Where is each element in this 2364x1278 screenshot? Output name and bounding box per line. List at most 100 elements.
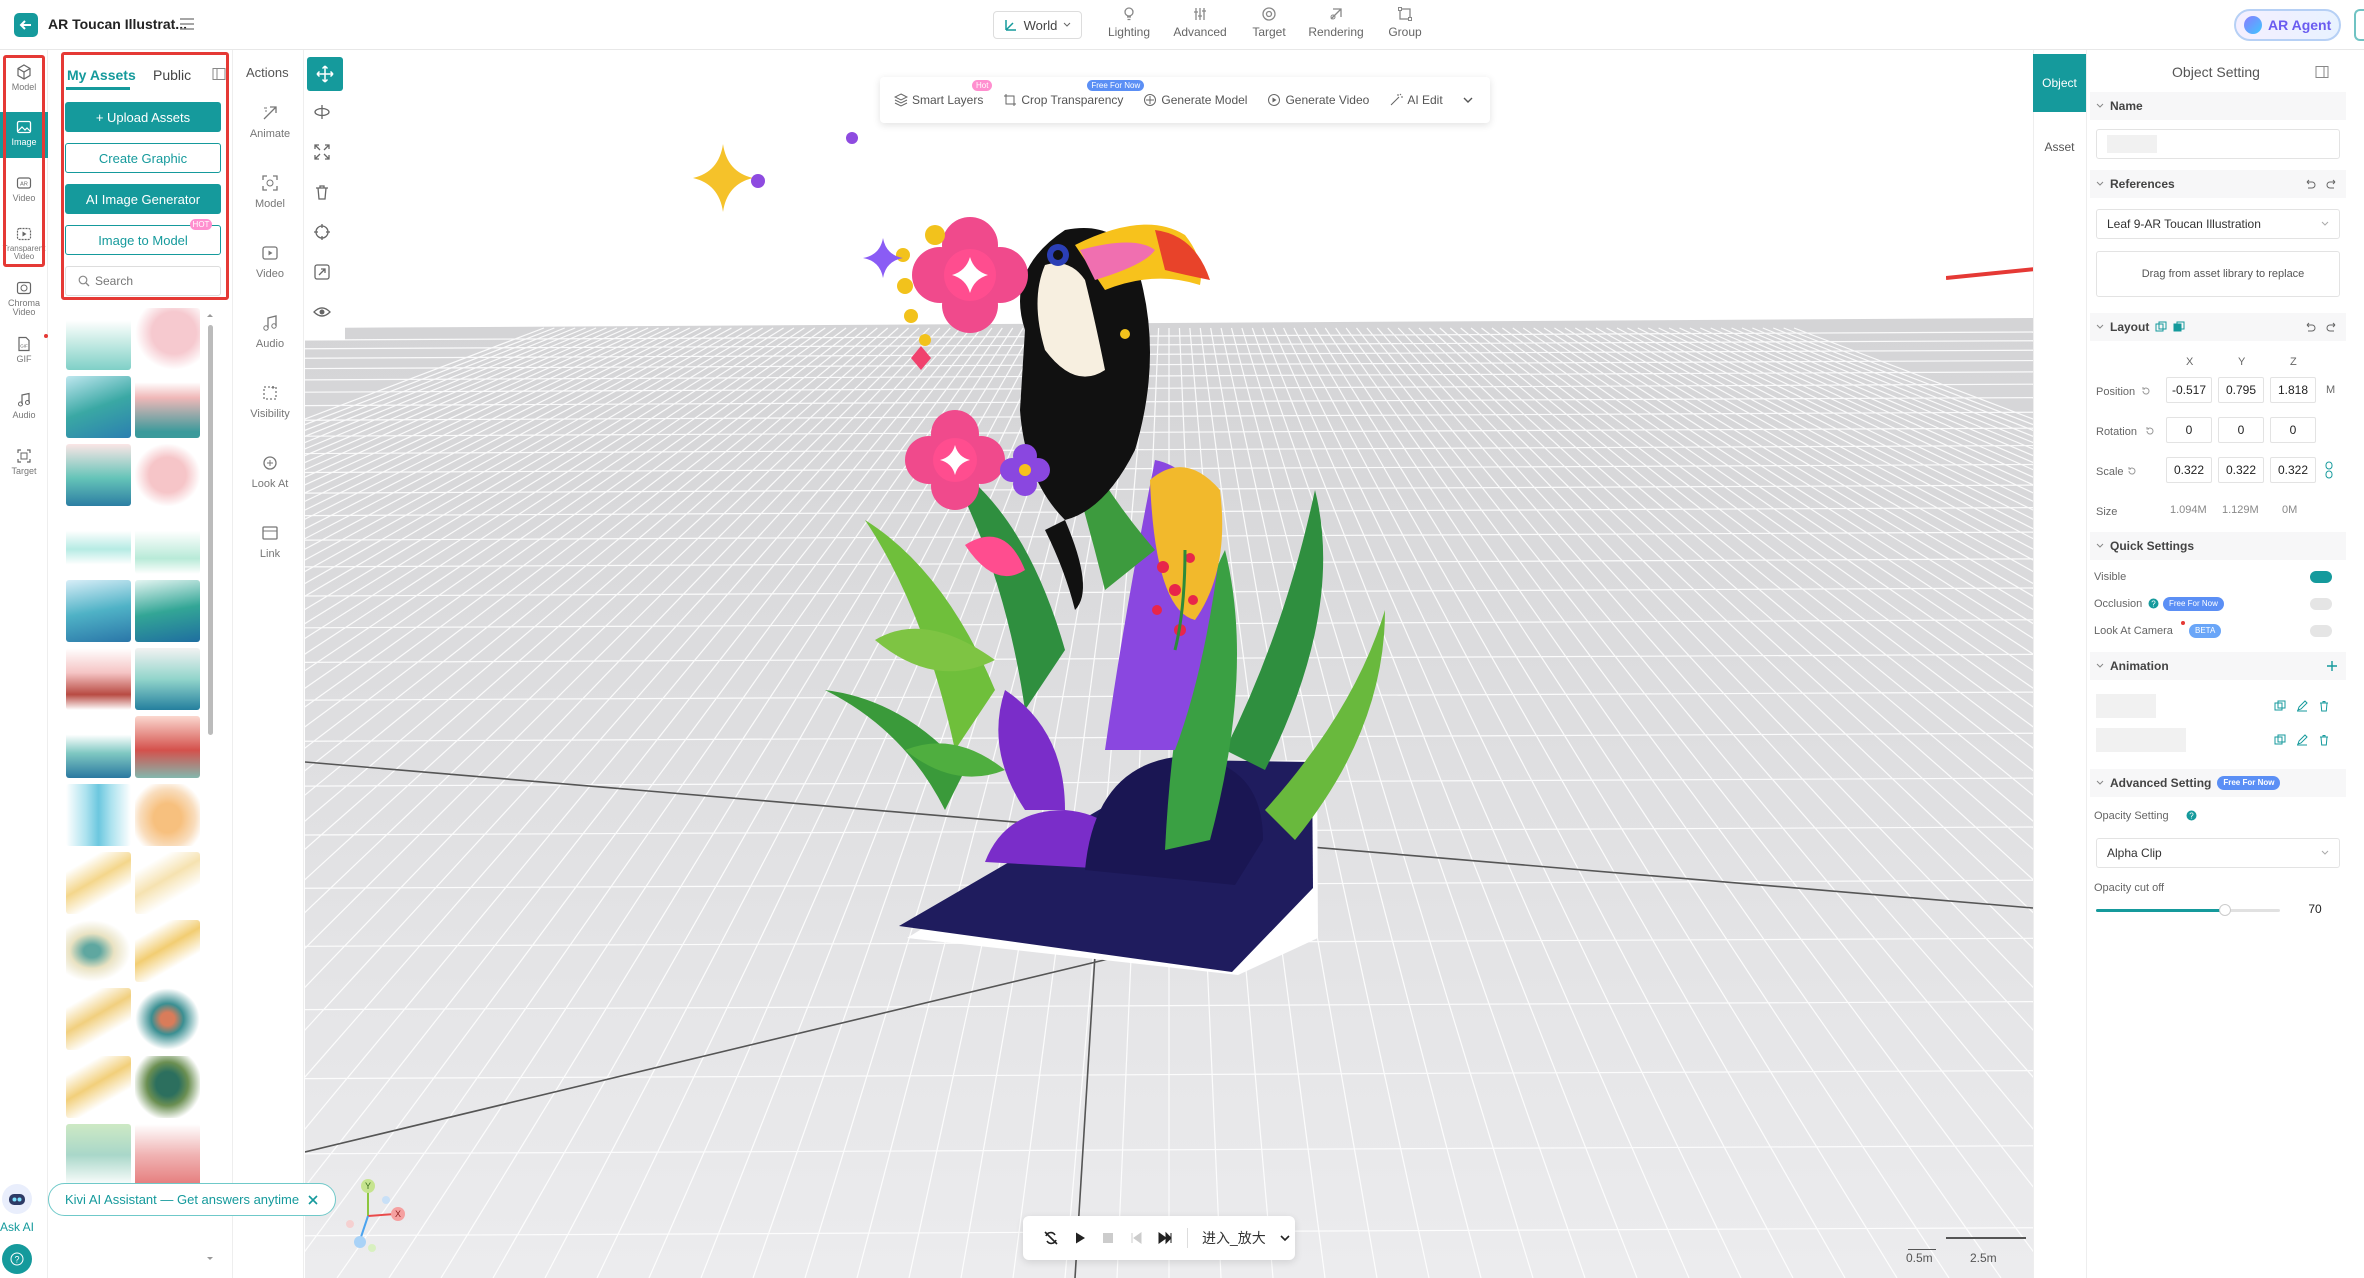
edit-icon[interactable] <box>2296 734 2308 746</box>
reset-icon[interactable] <box>2145 426 2155 436</box>
rail-item-target[interactable]: Target <box>0 448 48 484</box>
rotation-y-input[interactable]: 0 <box>2218 417 2264 443</box>
scroll-up-icon[interactable] <box>206 312 214 318</box>
asset-thumbnail[interactable] <box>135 444 200 506</box>
action-video[interactable]: Video <box>240 244 300 280</box>
edit-icon[interactable] <box>2296 700 2308 712</box>
reset-icon[interactable] <box>2127 466 2137 476</box>
action-look-at[interactable]: Look At <box>240 454 300 490</box>
rotate-tool-button[interactable] <box>313 103 331 121</box>
fit-tool-button[interactable] <box>313 263 331 281</box>
action-visibility[interactable]: Visibility <box>240 384 300 420</box>
asset-thumbnail[interactable] <box>135 716 200 778</box>
asset-thumbnail[interactable] <box>135 1056 200 1118</box>
ask-ai-button[interactable] <box>2 1184 32 1214</box>
play-icon[interactable] <box>1073 1231 1087 1245</box>
asset-thumbnail[interactable] <box>66 1056 131 1118</box>
undo-icon[interactable] <box>2304 321 2316 333</box>
ai-edit-button[interactable]: AI Edit <box>1389 93 1443 107</box>
asset-thumbnail[interactable] <box>135 308 200 370</box>
asset-thumbnail[interactable] <box>66 920 131 982</box>
rail-item-chroma-video[interactable]: Chroma Video <box>0 280 48 322</box>
rail-item-gif[interactable]: GIF GIF <box>0 336 48 372</box>
action-model[interactable]: Model <box>240 174 300 210</box>
kivi-assistant-bubble[interactable]: Kivi AI Assistant — Get answers anytime <box>48 1183 336 1216</box>
asset-thumbnail[interactable] <box>66 580 131 642</box>
scroll-down-icon[interactable] <box>206 1256 214 1262</box>
rotation-z-input[interactable]: 0 <box>2270 417 2316 443</box>
redo-icon[interactable] <box>2326 178 2338 190</box>
scale-tool-button[interactable] <box>313 143 331 161</box>
asset-scrollbar-thumb[interactable] <box>208 325 213 735</box>
generate-video-button[interactable]: Generate Video <box>1267 93 1369 107</box>
asset-thumbnail[interactable] <box>66 444 131 506</box>
copy-icon[interactable] <box>2155 321 2167 333</box>
smart-layers-button[interactable]: Hot Smart Layers <box>894 80 993 107</box>
asset-thumbnail[interactable] <box>135 852 200 914</box>
scene-canvas[interactable] <box>305 50 2033 1278</box>
move-tool-button[interactable] <box>307 57 343 91</box>
opacity-mode-select[interactable]: Alpha Clip <box>2096 838 2340 868</box>
back-button[interactable] <box>14 13 38 37</box>
position-y-input[interactable]: 0.795 <box>2218 377 2264 403</box>
topbar-advanced[interactable]: Advanced <box>1167 6 1233 39</box>
help-button[interactable]: ? <box>2 1244 32 1274</box>
trash-icon[interactable] <box>2318 734 2330 746</box>
ar-agent-button[interactable]: AR Agent <box>2234 9 2341 41</box>
panel-collapse-icon[interactable] <box>2315 65 2329 79</box>
focus-tool-button[interactable] <box>313 223 331 241</box>
topbar-group[interactable]: Group <box>1372 6 1438 39</box>
asset-thumbnail[interactable] <box>135 784 200 846</box>
world-select[interactable]: World <box>993 11 1082 39</box>
section-quick-settings-header[interactable]: Quick Settings <box>2090 532 2346 560</box>
section-animation-header[interactable]: Animation <box>2090 652 2346 680</box>
asset-thumbnail[interactable] <box>66 852 131 914</box>
asset-thumbnail[interactable] <box>135 920 200 982</box>
section-advanced-header[interactable]: Advanced Setting Free For Now <box>2090 769 2346 797</box>
stop-icon[interactable] <box>1101 1231 1115 1245</box>
trash-icon[interactable] <box>2318 700 2330 712</box>
asset-thumbnail[interactable] <box>135 376 200 438</box>
topbar-lighting[interactable]: Lighting <box>1096 6 1162 39</box>
scale-x-input[interactable]: 0.322 <box>2166 457 2212 483</box>
occlusion-toggle[interactable] <box>2310 598 2332 610</box>
tab-asset[interactable]: Asset <box>2033 118 2086 176</box>
help-icon[interactable]: ? <box>2148 598 2159 609</box>
reset-icon[interactable] <box>2141 386 2151 396</box>
menu-icon[interactable] <box>178 16 196 32</box>
chevron-down-icon[interactable] <box>1280 1234 1290 1242</box>
animation-row[interactable] <box>2096 726 2340 754</box>
loop-off-icon[interactable] <box>1043 1230 1059 1246</box>
preview-tool-button[interactable] <box>313 303 331 321</box>
asset-thumbnail[interactable] <box>135 1124 200 1186</box>
link-scale-icon[interactable] <box>2324 461 2334 479</box>
look-at-camera-toggle[interactable] <box>2310 625 2332 637</box>
section-references-header[interactable]: References <box>2090 170 2346 198</box>
delete-tool-button[interactable] <box>313 183 331 201</box>
asset-thumbnail[interactable] <box>66 308 131 370</box>
rail-item-audio[interactable]: Audio <box>0 392 48 428</box>
tab-object[interactable]: Object <box>2033 54 2086 112</box>
asset-thumbnail[interactable] <box>66 988 131 1050</box>
asset-thumbnail[interactable] <box>66 784 131 846</box>
opacity-cutoff-slider[interactable] <box>2096 903 2280 917</box>
position-z-input[interactable]: 1.818 <box>2270 377 2316 403</box>
step-forward-icon[interactable] <box>1157 1231 1173 1245</box>
undo-icon[interactable] <box>2304 178 2316 190</box>
scale-y-input[interactable]: 0.322 <box>2218 457 2264 483</box>
copy-icon[interactable] <box>2274 700 2286 712</box>
redo-icon[interactable] <box>2326 321 2338 333</box>
action-link[interactable]: Link <box>240 524 300 560</box>
action-animate[interactable]: Animate <box>240 104 300 140</box>
asset-thumbnail[interactable] <box>66 376 131 438</box>
rotation-x-input[interactable]: 0 <box>2166 417 2212 443</box>
3d-viewport[interactable] <box>305 50 2033 1278</box>
crop-transparency-button[interactable]: Free For Now Crop Transparency <box>1003 80 1145 107</box>
axis-gizmo-overlay[interactable]: Y X <box>340 1176 420 1256</box>
visible-toggle[interactable] <box>2310 571 2332 583</box>
paste-icon[interactable] <box>2173 321 2185 333</box>
topbar-target[interactable]: Target <box>1236 6 1302 39</box>
reference-drop-zone[interactable]: Drag from asset library to replace <box>2096 251 2340 297</box>
topbar-rendering[interactable]: Rendering <box>1303 6 1369 39</box>
name-input[interactable] <box>2096 129 2340 159</box>
